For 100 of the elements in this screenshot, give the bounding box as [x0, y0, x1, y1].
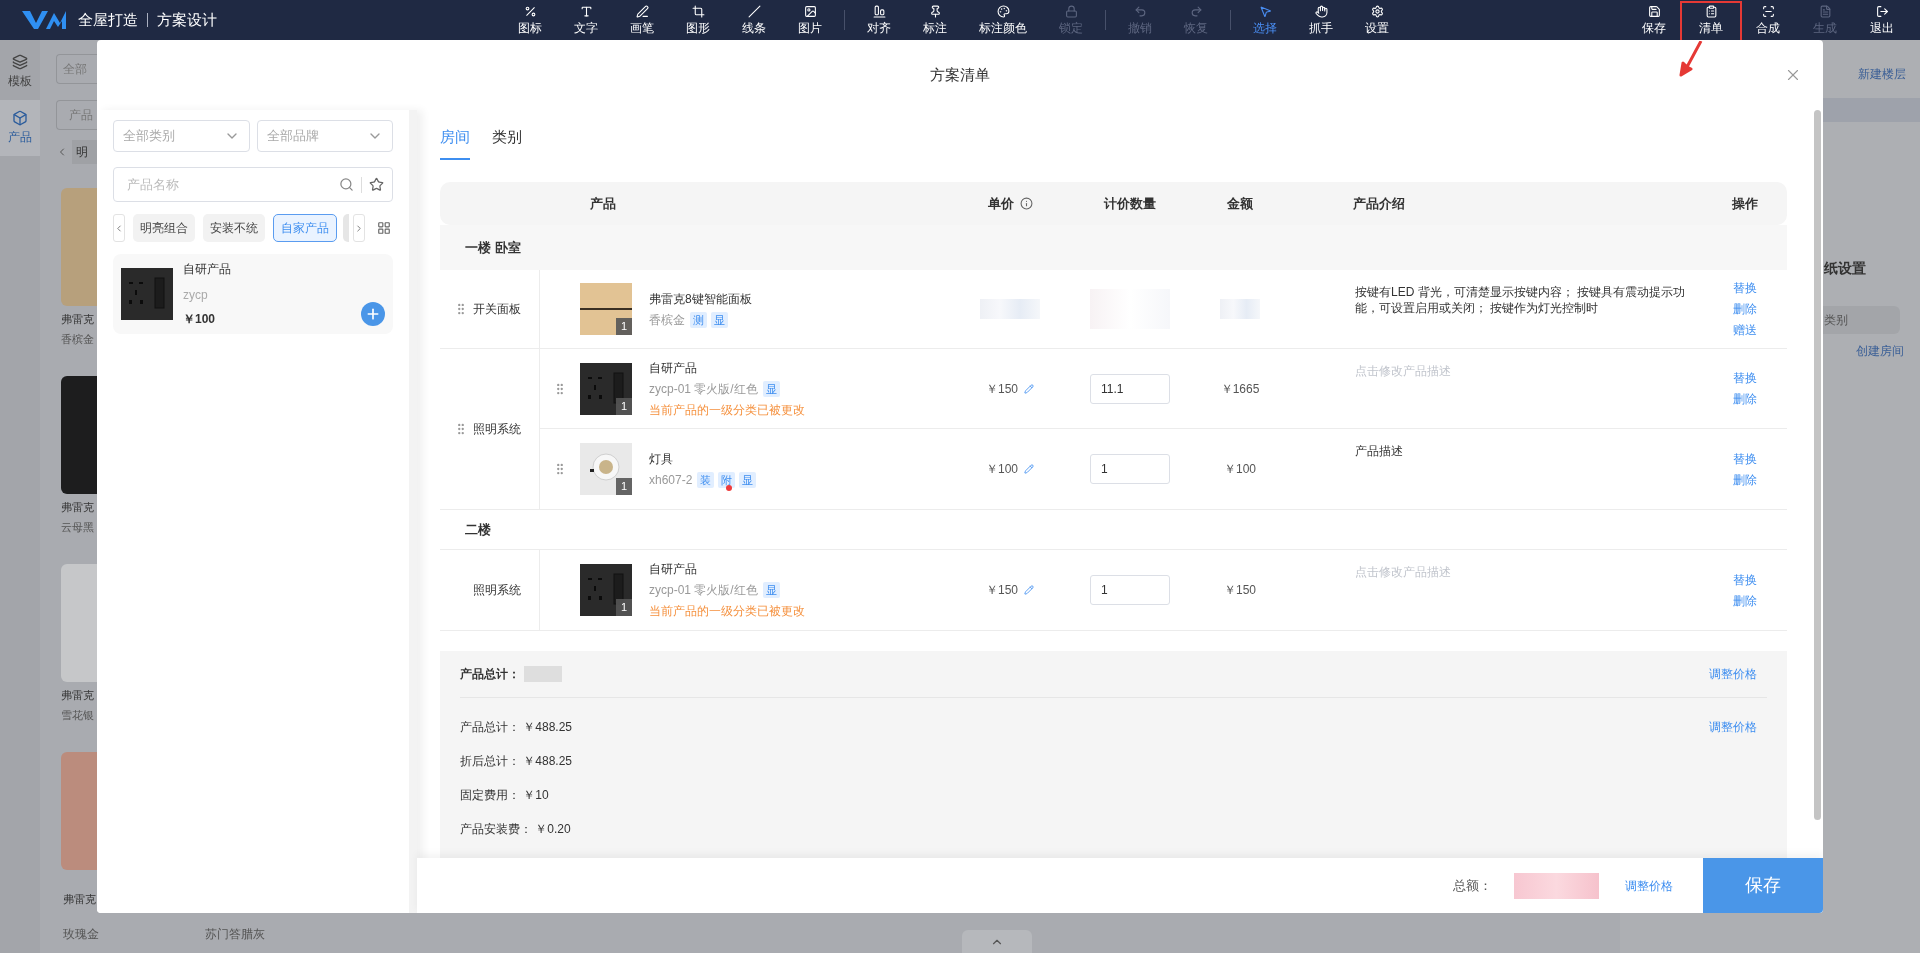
row-action-link[interactable]: 替换 — [1733, 570, 1787, 589]
floor-name: 一楼 卧室 — [465, 238, 521, 257]
description-placeholder[interactable]: 点击修改产品描述 — [1355, 564, 1695, 580]
description-placeholder[interactable]: 点击修改产品描述 — [1355, 363, 1695, 379]
product-spec: zycp-01 零火版/红色 — [649, 582, 758, 599]
product-tag: 显 — [762, 582, 780, 598]
edit-icon[interactable] — [1024, 585, 1034, 595]
info-icon[interactable] — [1019, 197, 1033, 210]
category-chip[interactable]: 自家产品 — [273, 214, 337, 242]
filter-select[interactable]: 全部类别 — [113, 120, 250, 152]
toolbar-button[interactable]: 画笔 — [614, 0, 670, 40]
product-description: 按键有LED 背光，可清楚显示按键内容； 按键具有震动提示功能，可设置启用或关闭； 按键作为灯光控制时 — [1355, 284, 1686, 316]
view-tab[interactable]: 房间 — [440, 125, 470, 160]
product-name: 弗雷克 — [61, 500, 95, 514]
row-action-link[interactable]: 替换 — [1733, 369, 1787, 387]
pointer-icon — [1258, 5, 1272, 18]
toolbar-button[interactable]: 图形 — [670, 0, 726, 40]
product-name: 弗雷克8键智能面板 — [649, 290, 752, 308]
filter-chip[interactable]: 明 — [72, 140, 98, 164]
toolbar-button[interactable]: 退出 — [1854, 0, 1910, 40]
product-tag: 显 — [711, 311, 728, 328]
row-action-link[interactable]: 删除 — [1733, 470, 1787, 489]
toolbar-button[interactable]: 标注颜色 — [963, 0, 1043, 40]
pen-icon — [635, 5, 649, 18]
chevron-right-icon — [354, 222, 364, 234]
brand-title: 全屋打造 — [78, 9, 138, 30]
percent-icon — [523, 5, 537, 18]
hand-icon — [1314, 5, 1328, 18]
switch-panel-drawing — [580, 283, 632, 335]
row-action-link[interactable]: 删除 — [1733, 390, 1787, 408]
toolbar-button[interactable]: 保存 — [1626, 0, 1682, 40]
row-action-link[interactable]: 替换 — [1733, 449, 1787, 468]
socket-panel-drawing — [121, 268, 173, 320]
new-floor-link[interactable]: 新建楼层 — [1858, 65, 1906, 83]
adjust-price-link[interactable]: 调整价格 — [1709, 718, 1757, 736]
product-code: zycp — [183, 287, 209, 304]
toolbar-button[interactable]: 抓手 — [1293, 0, 1349, 40]
nav-item[interactable]: 产品 — [0, 100, 40, 156]
row-action-link[interactable]: 替换 — [1733, 279, 1787, 297]
add-button[interactable] — [361, 302, 385, 326]
line-icon — [747, 5, 761, 18]
create-room-link[interactable]: 创建房间 — [1856, 342, 1904, 360]
product-name: 自研产品 — [649, 359, 698, 377]
product-description: 产品描述 — [1355, 443, 1404, 459]
view-tab[interactable]: 类别 — [492, 125, 522, 160]
column-header: 单价 — [987, 194, 1014, 213]
toolbar-button[interactable]: 设置 — [1349, 0, 1405, 40]
toolbar-button[interactable]: 选择 — [1237, 0, 1293, 40]
page-title: 方案设计 — [157, 9, 217, 30]
column-header: 操作 — [1732, 195, 1758, 211]
product-variant: 云母黑 — [61, 520, 95, 534]
image-icon — [803, 5, 817, 18]
row-action-link[interactable]: 赠送 — [1733, 321, 1787, 339]
quantity-field[interactable]: 1 — [1090, 575, 1170, 605]
summary-line: 固定费用： ￥10 — [460, 787, 549, 804]
blurred-value — [980, 299, 1040, 319]
edit-icon[interactable] — [1024, 464, 1034, 474]
product-tag: 显 — [762, 380, 780, 397]
toolbar-button[interactable]: 清单 — [1683, 0, 1739, 40]
star-icon[interactable] — [369, 177, 384, 192]
row-action-link[interactable]: 删除 — [1733, 300, 1787, 318]
search-icon[interactable] — [339, 177, 354, 192]
filter-select[interactable]: 全部品牌 — [256, 120, 393, 152]
row-action-link[interactable]: 删除 — [1733, 591, 1787, 610]
unit-price: ￥150 — [986, 380, 1018, 398]
toolbar-button[interactable]: 文字 — [558, 0, 614, 40]
palette-icon — [996, 5, 1010, 18]
toolbar-button[interactable]: 图标 — [502, 0, 558, 40]
product-card[interactable]: 自研产品 zycp ￥100 — [113, 254, 393, 334]
section-title: 纸设置 — [1824, 259, 1866, 278]
adjust-price-link[interactable]: 调整价格 — [1709, 665, 1757, 683]
save-button[interactable]: 保存 — [1703, 858, 1823, 913]
toolbar-button[interactable]: 合成 — [1740, 0, 1796, 40]
quantity-field[interactable]: 11.1 — [1090, 373, 1170, 404]
column-header: 产品 — [590, 195, 616, 211]
category-chip[interactable]: 明亮组合 — [133, 214, 195, 242]
save-icon — [1647, 5, 1661, 18]
edit-icon[interactable] — [1024, 383, 1034, 394]
category-chip[interactable]: 安装不统 — [203, 214, 265, 242]
search-field[interactable]: 产品名称 — [113, 167, 393, 202]
nav-item[interactable]: 模板 — [0, 44, 40, 100]
adjust-price-link[interactable]: 调整价格 — [1625, 876, 1673, 895]
logout-icon — [1875, 5, 1889, 18]
toolbar-button[interactable]: 线条 — [726, 0, 782, 40]
cube-icon — [12, 110, 28, 126]
grid-icon[interactable] — [377, 221, 391, 235]
logo-icon — [22, 9, 66, 31]
toolbar-button[interactable]: 对齐 — [851, 0, 907, 40]
redo-icon — [1189, 5, 1203, 18]
list-icon — [1704, 5, 1718, 18]
product-spec: xh607-2 — [649, 471, 693, 489]
pin-icon — [928, 5, 942, 18]
product-price: ￥100 — [183, 311, 217, 328]
unit-price: ￥100 — [986, 461, 1018, 478]
toolbar-button[interactable]: 图片 — [782, 0, 838, 40]
category-field[interactable]: 类别 — [1823, 306, 1900, 334]
dialog-title: 方案清单 — [930, 64, 990, 85]
settings-icon — [1370, 5, 1384, 18]
toolbar-button[interactable]: 标注 — [907, 0, 963, 40]
quantity-field[interactable]: 1 — [1090, 454, 1170, 484]
